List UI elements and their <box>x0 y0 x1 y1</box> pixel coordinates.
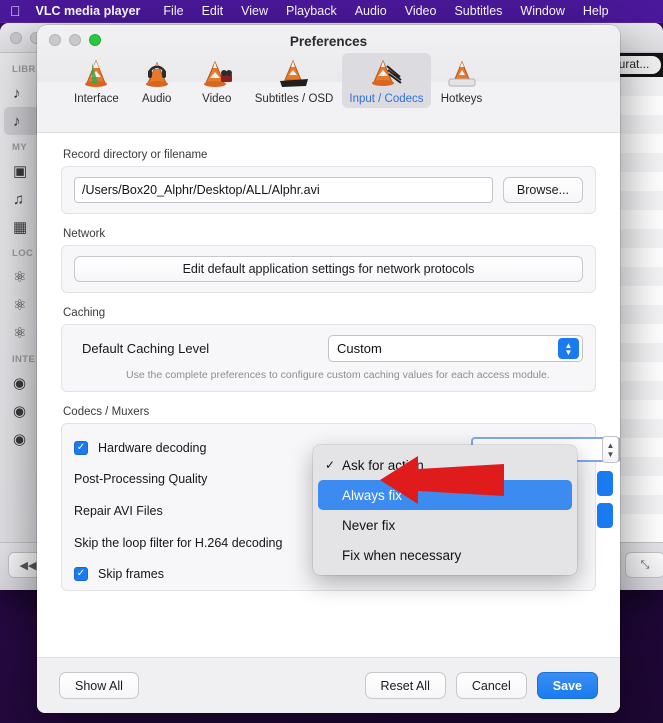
caching-level-value: Custom <box>337 341 382 356</box>
edit-network-protocols-button[interactable]: Edit default application settings for ne… <box>74 256 583 282</box>
vlc-cone-hotkeys-icon <box>444 57 480 91</box>
tab-audio[interactable]: Audio <box>128 53 186 108</box>
menu-item-playback[interactable]: Playback <box>277 0 346 23</box>
menu-item-view[interactable]: View <box>232 0 277 23</box>
caching-hint: Use the complete preferences to configur… <box>126 369 550 381</box>
record-group-label: Record directory or filename <box>63 149 208 161</box>
vlc-cone-subtitles-icon <box>276 57 312 91</box>
music-note-icon: ♫ <box>13 190 25 208</box>
menu-item-fix-when-necessary[interactable]: Fix when necessary <box>318 540 572 570</box>
checkmark-icon: ✓ <box>325 458 336 472</box>
podcast-icon: ◉ <box>13 431 27 448</box>
menu-item-file[interactable]: File <box>154 0 192 23</box>
preferences-footer: Show All Reset All Cancel Save <box>37 657 620 713</box>
tab-subtitles-osd[interactable]: Subtitles / OSD <box>248 53 341 108</box>
codecs-group-label: Codecs / Muxers <box>63 406 150 418</box>
hardware-decoding-label: Hardware decoding <box>98 441 207 455</box>
skip-frames-checkbox[interactable]: ✓ <box>74 567 88 581</box>
tab-input-codecs[interactable]: Input / Codecs <box>342 53 431 108</box>
menu-item-label: Never fix <box>342 517 396 533</box>
menu-item-edit[interactable]: Edit <box>193 0 233 23</box>
repair-avi-select-stub[interactable] <box>597 471 613 496</box>
menubar:  VLC media player File Edit View Playba… <box>0 0 663 23</box>
tab-video[interactable]: Video <box>188 53 246 108</box>
film-icon: ▣ <box>13 163 28 180</box>
preferences-toolbar: Interface Audio Video Subtitles / OSD In… <box>37 53 620 130</box>
fullscreen-button[interactable]: ⤡ <box>625 552 663 578</box>
preferences-content: Record directory or filename /Users/Box2… <box>37 132 620 692</box>
skip-loop-filter-label: Skip the loop filter for H.264 decoding <box>74 536 283 550</box>
globe-icon: ⚛ <box>13 325 27 342</box>
save-button[interactable]: Save <box>536 672 598 699</box>
reset-all-button[interactable]: Reset All <box>364 672 446 699</box>
menu-item-subtitles[interactable]: Subtitles <box>445 0 511 23</box>
podcast-icon: ◉ <box>13 403 27 420</box>
post-processing-label: Post-Processing Quality <box>74 472 208 486</box>
chevron-updown-icon: ▲ ▼ <box>558 338 579 359</box>
image-icon: ▦ <box>13 219 28 236</box>
chevron-down-icon[interactable]: ▼ <box>607 450 615 459</box>
menu-item-help[interactable]: Help <box>574 0 618 23</box>
apple-logo-icon[interactable]:  <box>6 4 32 20</box>
record-panel: /Users/Box20_Alphr/Desktop/ALL/Alphr.avi… <box>61 166 596 214</box>
menu-item-video[interactable]: Video <box>396 0 446 23</box>
footer-button-group: Reset All Cancel Save <box>364 672 598 699</box>
vlc-cone-audio-icon <box>139 57 175 91</box>
menu-item-audio[interactable]: Audio <box>346 0 396 23</box>
cancel-button[interactable]: Cancel <box>455 672 527 699</box>
vlc-cone-interface-icon <box>78 57 114 91</box>
playlist-icon: ♪ <box>13 84 21 102</box>
vlc-cone-video-icon <box>199 57 235 91</box>
vlc-cone-input-codecs-icon <box>368 57 404 91</box>
tab-label: Subtitles / OSD <box>254 93 334 105</box>
browse-button[interactable]: Browse... <box>502 177 583 203</box>
menu-item-label: Fix when necessary <box>342 547 462 563</box>
playlist-icon: ♪ <box>13 112 21 130</box>
screen: LIBR ♪ ♪ MY ▣ ♫ ▦ LOC ⚛ ⚛ ⚛ INTE ◉ ◉ ◉ D <box>0 0 663 723</box>
tab-label: Audio <box>142 93 172 105</box>
record-path-input[interactable]: /Users/Box20_Alphr/Desktop/ALL/Alphr.avi <box>74 177 493 203</box>
skip-loop-filter-select-stub[interactable] <box>597 503 613 528</box>
vlc-close-button[interactable] <box>10 32 22 44</box>
window-title: Preferences <box>289 34 368 49</box>
menu-item-window[interactable]: Window <box>511 0 573 23</box>
tab-hotkeys[interactable]: Hotkeys <box>433 53 491 108</box>
annotation-arrow-icon <box>380 456 504 504</box>
skip-frames-label: Skip frames <box>98 567 164 581</box>
caching-panel: Default Caching Level Custom ▲ ▼ Use the … <box>61 324 596 392</box>
preferences-window: Preferences Interface Audio Video Subtit… <box>37 25 620 713</box>
tab-label: Video <box>202 93 232 105</box>
network-group-label: Network <box>63 228 106 240</box>
repair-avi-label: Repair AVI Files <box>74 504 163 518</box>
post-processing-stepper[interactable]: ▲ ▼ <box>602 436 619 463</box>
tab-label: Interface <box>74 93 119 105</box>
tab-interface[interactable]: Interface <box>67 53 126 108</box>
show-all-button[interactable]: Show All <box>59 672 139 699</box>
hardware-decoding-checkbox[interactable]: ✓ <box>74 441 88 455</box>
tab-label: Input / Codecs <box>349 93 424 105</box>
tab-label: Hotkeys <box>440 93 483 105</box>
menu-item-vlc-media-player[interactable]: VLC media player <box>32 0 155 23</box>
globe-icon: ⚛ <box>13 269 27 286</box>
caching-level-select[interactable]: Custom ▲ ▼ <box>328 335 583 362</box>
caching-group-label: Caching <box>63 307 106 319</box>
menu-item-never-fix[interactable]: Never fix <box>318 510 572 540</box>
caching-level-label: Default Caching Level <box>82 341 210 356</box>
chevron-up-icon[interactable]: ▲ <box>607 441 615 450</box>
network-panel: Edit default application settings for ne… <box>61 245 596 293</box>
globe-icon: ⚛ <box>13 297 27 314</box>
podcast-icon: ◉ <box>13 375 27 392</box>
